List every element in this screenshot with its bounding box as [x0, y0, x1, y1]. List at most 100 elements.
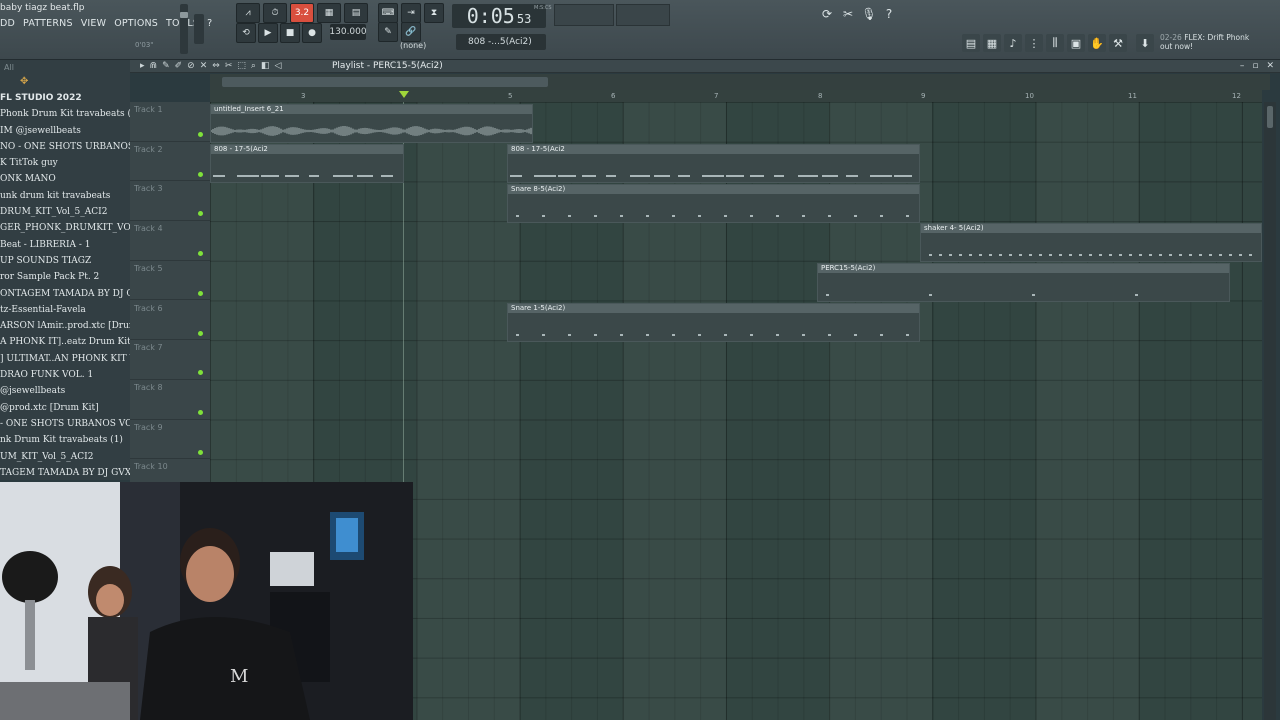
wait-input-icon[interactable]: ⇥ — [401, 3, 421, 23]
browser-nav-icon[interactable]: ✥ — [20, 76, 28, 87]
piano-roll-icon[interactable]: ♪ — [1004, 34, 1022, 52]
browser-folder-item[interactable]: ONK MANO — [0, 171, 130, 187]
menu-help[interactable]: ? — [207, 18, 212, 32]
snap-select[interactable]: (none) — [400, 41, 430, 53]
track-header[interactable]: Track 4 — [130, 221, 210, 261]
browser-folder-item[interactable]: tz-Essential-Favela — [0, 302, 130, 318]
playlist-clip[interactable]: Snare 1-5(Aci2) — [507, 303, 920, 342]
song-position-marker[interactable] — [399, 91, 409, 98]
track-header[interactable]: Track 5 — [130, 261, 210, 301]
vertical-scroll-thumb[interactable] — [1267, 106, 1273, 128]
playlist-view-icon[interactable]: ▤ — [962, 34, 980, 52]
browser-folder-item[interactable]: A PHONK IT]..eatz Drum Kit vol 1 — [0, 334, 130, 350]
slice-icon[interactable]: ✂ — [225, 60, 233, 73]
track-mute-led[interactable] — [198, 251, 203, 257]
record-button[interactable]: ● — [302, 23, 322, 43]
browser-folder-item[interactable]: UP SOUNDS TIAGZ — [0, 253, 130, 269]
draw-icon[interactable]: ✎ — [162, 60, 170, 73]
vertical-scrollbar[interactable] — [1264, 102, 1276, 720]
play-button[interactable]: ▶ — [258, 23, 278, 43]
browser-folder-item[interactable]: DRUM_KIT_Vol_5_ACI2 — [0, 204, 130, 220]
menu-options[interactable]: OPTIONS — [114, 18, 158, 32]
master-volume-slider[interactable] — [180, 4, 188, 54]
news-panel[interactable]: 02-26 FLEX: Drift Phonk out now! — [1160, 33, 1260, 51]
zoom-icon[interactable]: ⌕ — [251, 60, 256, 73]
track-header[interactable]: Track 6 — [130, 301, 210, 341]
paint-icon[interactable]: ✐ — [175, 60, 183, 73]
track-mute-led[interactable] — [198, 171, 203, 177]
plugin-icon[interactable]: ✋ — [1088, 34, 1106, 52]
close-icon[interactable]: ✕ — [1266, 60, 1274, 73]
browser-folder-item[interactable]: unk drum kit travabeats — [0, 188, 130, 204]
menu-file[interactable]: DD — [0, 18, 15, 32]
browser-folder-item[interactable]: nk Drum Kit travabeats (1) — [0, 432, 130, 448]
track-header[interactable]: Track 8 — [130, 380, 210, 420]
track-header[interactable]: Track 1 — [130, 102, 210, 142]
track-header[interactable]: Track 9 — [130, 420, 210, 460]
countdown-icon[interactable]: ⧗ — [424, 3, 444, 23]
song-time-display[interactable]: 0:05 53 — [452, 4, 546, 28]
project-icon[interactable]: ▣ — [1067, 34, 1085, 52]
timeline-ruler[interactable]: 3 5 6 7 8 9 10 11 12 — [210, 90, 1262, 102]
track-header[interactable]: Track 7 — [130, 340, 210, 380]
browser-folder-item[interactable]: ] ULTIMAT..AN PHONK KIT VOL. 3 — [0, 351, 130, 367]
help-icon[interactable]: ? — [880, 4, 898, 24]
browser-folder-item[interactable]: ror Sample Pack Pt. 2 — [0, 269, 130, 285]
track-mute-led[interactable] — [198, 330, 203, 336]
minimize-icon[interactable]: – — [1240, 60, 1245, 73]
track-mute-led[interactable] — [198, 290, 203, 296]
mixer-icon[interactable]: ⫼ — [1046, 34, 1064, 52]
browser-folder-item[interactable]: IM @jsewellbeats — [0, 123, 130, 139]
cut-icon[interactable]: ✂ — [839, 4, 857, 24]
track-mute-led[interactable] — [198, 449, 203, 455]
recording-filter-icon[interactable]: ▤ — [344, 3, 368, 23]
menu-patterns[interactable]: PATTERNS — [23, 18, 73, 32]
metronome-icon[interactable]: ⏱ — [263, 3, 287, 23]
tempo-display[interactable]: 130.000 — [329, 24, 367, 40]
maximize-icon[interactable]: ▫ — [1252, 60, 1258, 73]
track-mute-led[interactable] — [198, 409, 203, 415]
browser-folder-item[interactable]: K TitTok guy — [0, 155, 130, 171]
browser-folder-item[interactable]: - ONE SHOTS URBANOS VOL. 2 — [0, 416, 130, 432]
track-header[interactable]: Track 2 — [130, 142, 210, 182]
track-header[interactable]: Track 3 — [130, 181, 210, 222]
snap-icon[interactable]: ✎ — [378, 22, 398, 42]
browser-icon[interactable]: ⋮ — [1025, 34, 1043, 52]
stop-button[interactable]: ■ — [280, 23, 300, 43]
track-mute-led[interactable] — [198, 211, 203, 217]
browser-folder-item[interactable]: FL STUDIO 2022 — [0, 90, 130, 106]
playlist-clip[interactable]: 808 - 17-5(Aci2 — [507, 144, 920, 183]
playlist-clip[interactable]: 808 - 17-5(Aci2 — [210, 144, 404, 183]
playlist-clip[interactable]: PERC15-5(Aci2) — [817, 263, 1230, 302]
channel-rack-icon[interactable]: ▦ — [983, 34, 1001, 52]
select-icon[interactable]: ⬚ — [237, 60, 246, 73]
microphone-icon[interactable]: 🎙 — [860, 4, 878, 24]
browser-folder-item[interactable]: Beat - LIBRERIA - 1 — [0, 237, 130, 253]
playlist-clip[interactable]: Snare 8-5(Aci2) — [507, 184, 920, 223]
step-edit-icon[interactable]: ▦ — [317, 3, 341, 23]
browser-folder-item[interactable]: GER_PHONK_DRUMKIT_VOL_3 — [0, 220, 130, 236]
slip-icon[interactable]: ⇔ — [212, 60, 220, 73]
playlist-overview[interactable] — [210, 74, 1270, 90]
menu-arrow-icon[interactable]: ▸ — [140, 60, 145, 73]
speaker-icon[interactable]: ◁ — [274, 60, 281, 73]
mute-icon[interactable]: ✕ — [200, 60, 208, 73]
track-mute-led[interactable] — [198, 370, 203, 376]
menu-view[interactable]: VIEW — [81, 18, 107, 32]
master-pitch-slider[interactable] — [194, 14, 204, 44]
track-mute-led[interactable] — [198, 132, 203, 137]
link-icon[interactable]: 🔗 — [401, 22, 421, 42]
browser-folder-item[interactable]: DRAO FUNK VOL. 1 — [0, 367, 130, 383]
browser-folder-item[interactable]: ARSON lAmir..prod.xtc [Drum Kit] — [0, 318, 130, 334]
browser-folder-item[interactable]: @jsewellbeats — [0, 383, 130, 399]
playlist-clip[interactable]: shaker 4- 5(Aci2) — [920, 223, 1262, 262]
playlist-clip[interactable]: untitled_Insert 6_21 — [210, 104, 533, 143]
delete-icon[interactable]: ⊘ — [187, 60, 195, 73]
pattern-selector[interactable]: 808 -...5(Aci2) — [456, 34, 546, 50]
browser-folder-item[interactable]: UM_KIT_Vol_5_ACI2 — [0, 449, 130, 465]
typing-keyboard-icon[interactable]: ⌨ — [378, 3, 398, 23]
loop-record-icon[interactable]: ⟲ — [236, 23, 256, 43]
pattern-song-toggle[interactable]: 3.2 — [290, 3, 314, 23]
magnet-icon[interactable]: ⋒ — [150, 60, 158, 73]
overview-scroll-thumb[interactable] — [222, 77, 548, 87]
